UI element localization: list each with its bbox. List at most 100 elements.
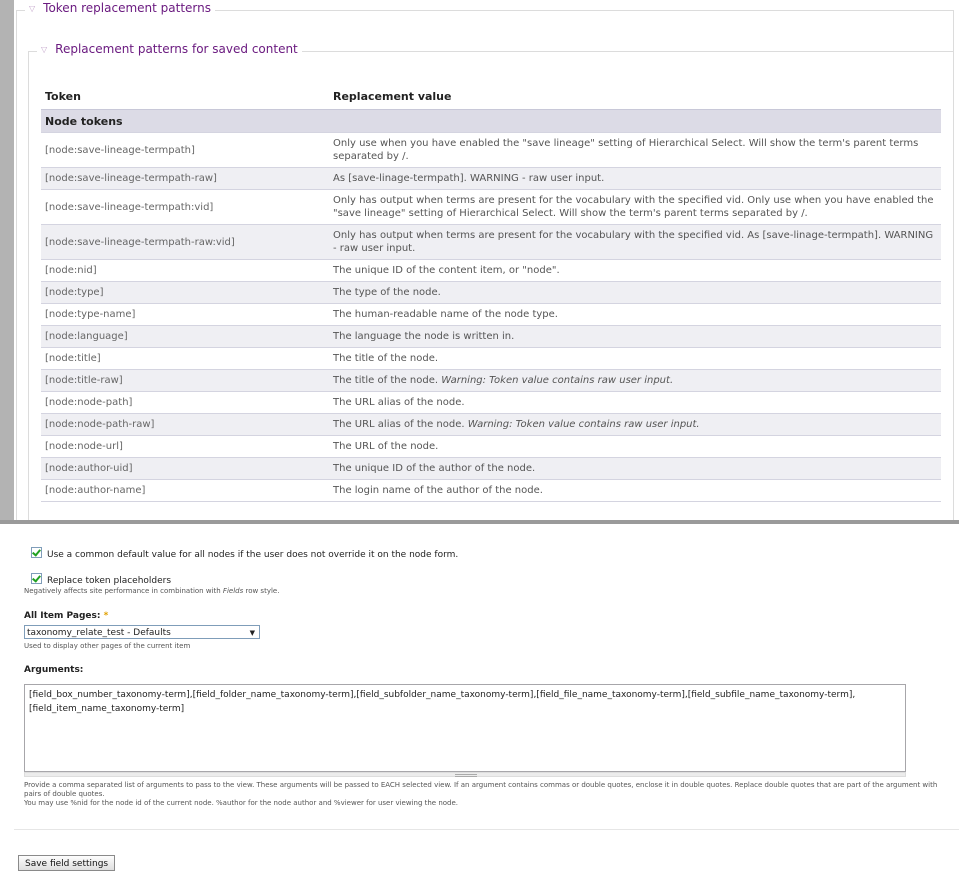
token-row: [node:save-lineage-termpath-raw:vid] Only… [41, 224, 941, 260]
common-default-checkbox[interactable] [31, 547, 42, 558]
item-pages-description: Used to display other pages of the curre… [24, 642, 191, 650]
token-value-text: The URL of the node. [333, 441, 439, 452]
token-name: [node:nid] [41, 259, 329, 282]
token-name: [node:save-lineage-termpath] [41, 132, 329, 168]
token-value-text: The human-readable name of the node type… [333, 309, 558, 320]
token-replacement-value: The unique ID of the author of the node. [329, 457, 941, 480]
textarea-resize-grip[interactable] [24, 772, 906, 777]
token-name: [node:save-lineage-termpath-raw] [41, 167, 329, 190]
token-value-text: Only use when you have enabled the "save… [333, 138, 919, 162]
arguments-description-line-2: You may use %nid for the node id of the … [24, 799, 459, 807]
token-table: Token Replacement value Node tokens [nod… [41, 83, 941, 502]
token-row: [node:type-name] The human-readable name … [41, 303, 941, 326]
token-value-text: The URL alias of the node. [333, 419, 465, 430]
token-row: [node:node-url] The URL of the node. [41, 435, 941, 458]
token-value-text: The title of the node. [333, 375, 439, 386]
token-row: [node:type] The type of the node. [41, 281, 941, 304]
replace-tokens-label: Replace token placeholders [47, 576, 172, 586]
token-value-text: The unique ID of the author of the node. [333, 463, 536, 474]
collapse-triangle-icon: ▽ [29, 4, 36, 13]
token-row: [node:nid] The unique ID of the content i… [41, 259, 941, 282]
token-replacement-value: The URL alias of the node. Warning: Toke… [329, 413, 941, 436]
common-default-row: Use a common default value for all nodes… [31, 547, 458, 560]
item-pages-select[interactable]: taxonomy_relate_test - Defaults ▼ [24, 625, 260, 639]
token-replacement-value: The language the node is written in. [329, 325, 941, 348]
token-name: [node:node-url] [41, 435, 329, 458]
raw-input-warning: Warning: Token value contains raw user i… [467, 419, 700, 430]
token-value-text: The URL alias of the node. [333, 397, 465, 408]
token-row: [node:title] The title of the node. [41, 347, 941, 370]
token-value-text: As [save-linage-termpath]. WARNING - raw… [333, 173, 605, 184]
token-replacement-value: As [save-linage-termpath]. WARNING - raw… [329, 167, 941, 190]
token-name: [node:type-name] [41, 303, 329, 326]
token-replacement-value: The unique ID of the content item, or "n… [329, 259, 941, 282]
token-name: [node:language] [41, 325, 329, 348]
replace-tokens-description: Negatively affects site performance in c… [24, 587, 279, 595]
column-header-token: Token [41, 83, 329, 110]
token-value-text: The language the node is written in. [333, 331, 515, 342]
token-replacement-legend[interactable]: ▽ Token replacement patterns [25, 1, 215, 15]
token-name: [node:author-uid] [41, 457, 329, 480]
token-replacement-value: The URL of the node. [329, 435, 941, 458]
saved-content-legend[interactable]: ▽ Replacement patterns for saved content [37, 42, 302, 56]
arguments-description: Provide a comma separated list of argume… [24, 781, 944, 808]
dropdown-arrow-icon: ▼ [249, 629, 255, 637]
token-name: [node:title-raw] [41, 369, 329, 392]
token-row: [node:language] The language the node is … [41, 325, 941, 348]
token-replacement-value: Only use when you have enabled the "save… [329, 132, 941, 168]
token-replacement-value: The human-readable name of the node type… [329, 303, 941, 326]
token-group-label: Node tokens [41, 109, 941, 133]
token-row: [node:node-path] The URL alias of the nod… [41, 391, 941, 414]
required-mark: * [103, 611, 109, 621]
replace-tokens-row: Replace token placeholders [31, 573, 171, 586]
token-replacement-value: The type of the node. [329, 281, 941, 304]
arguments-label: Arguments: [24, 665, 84, 675]
token-replacement-value: The title of the node. Warning: Token va… [329, 369, 941, 392]
token-help-panel: ▽ Token replacement patterns ▽ Replacement… [0, 0, 959, 520]
token-table-header: Token Replacement value [41, 83, 941, 110]
token-row: [node:save-lineage-termpath-raw] As [save… [41, 167, 941, 190]
token-replacement-legend-label: Token replacement patterns [43, 1, 211, 15]
token-row: [node:author-uid] The unique ID of the au… [41, 457, 941, 480]
field-settings-form: Use a common default value for all nodes… [0, 524, 959, 879]
token-replacement-value: The login name of the author of the node… [329, 479, 941, 502]
token-group-row: Node tokens [41, 109, 941, 133]
token-name: [node:author-name] [41, 479, 329, 502]
token-value-text: The login name of the author of the node… [333, 485, 543, 496]
token-replacement-value: Only has output when terms are present f… [329, 224, 941, 260]
replace-tokens-desc-text-end: row style. [243, 587, 280, 595]
token-row: [node:save-lineage-termpath] Only use whe… [41, 132, 941, 168]
saved-content-fieldset: ▽ Replacement patterns for saved content … [28, 42, 954, 520]
collapse-triangle-icon: ▽ [41, 45, 48, 54]
token-name: [node:type] [41, 281, 329, 304]
token-name: [node:save-lineage-termpath-raw:vid] [41, 224, 329, 260]
save-field-settings-button[interactable]: Save field settings [18, 855, 116, 871]
token-replacement-value: The title of the node. [329, 347, 941, 370]
token-value-text: The type of the node. [333, 287, 441, 298]
arguments-description-line-1: Provide a comma separated list of argume… [24, 781, 938, 798]
item-pages-label: All Item Pages: * [24, 611, 108, 621]
column-header-replacement-value: Replacement value [329, 83, 941, 110]
raw-input-warning: Warning: Token value contains raw user i… [441, 375, 674, 386]
token-name: [node:title] [41, 347, 329, 370]
token-replacement-value: Only has output when terms are present f… [329, 189, 941, 225]
token-name: [node:node-path] [41, 391, 329, 414]
replace-tokens-desc-emphasis: Fields [222, 587, 244, 595]
token-value-text: Only has output when terms are present f… [333, 195, 934, 219]
item-pages-selected-value: taxonomy_relate_test - Defaults [27, 628, 171, 638]
form-separator [14, 829, 959, 830]
token-name: [node:node-path-raw] [41, 413, 329, 436]
token-row: [node:node-path-raw] The URL alias of the… [41, 413, 941, 436]
replace-tokens-checkbox[interactable] [31, 573, 42, 584]
token-replacement-value: The URL alias of the node. [329, 391, 941, 414]
token-name: [node:save-lineage-termpath:vid] [41, 189, 329, 225]
token-row: [node:title-raw] The title of the node. W… [41, 369, 941, 392]
token-value-text: The title of the node. [333, 353, 439, 364]
item-pages-label-text: All Item Pages: [24, 611, 101, 621]
token-value-text: The unique ID of the content item, or "n… [333, 265, 560, 276]
replace-tokens-desc-text: Negatively affects site performance in c… [24, 587, 223, 595]
common-default-label: Use a common default value for all nodes… [47, 550, 459, 560]
saved-content-legend-label: Replacement patterns for saved content [55, 42, 298, 56]
arguments-textarea[interactable]: [field_box_number_taxonomy-term],[field_… [24, 684, 906, 772]
token-value-text: Only has output when terms are present f… [333, 230, 934, 254]
